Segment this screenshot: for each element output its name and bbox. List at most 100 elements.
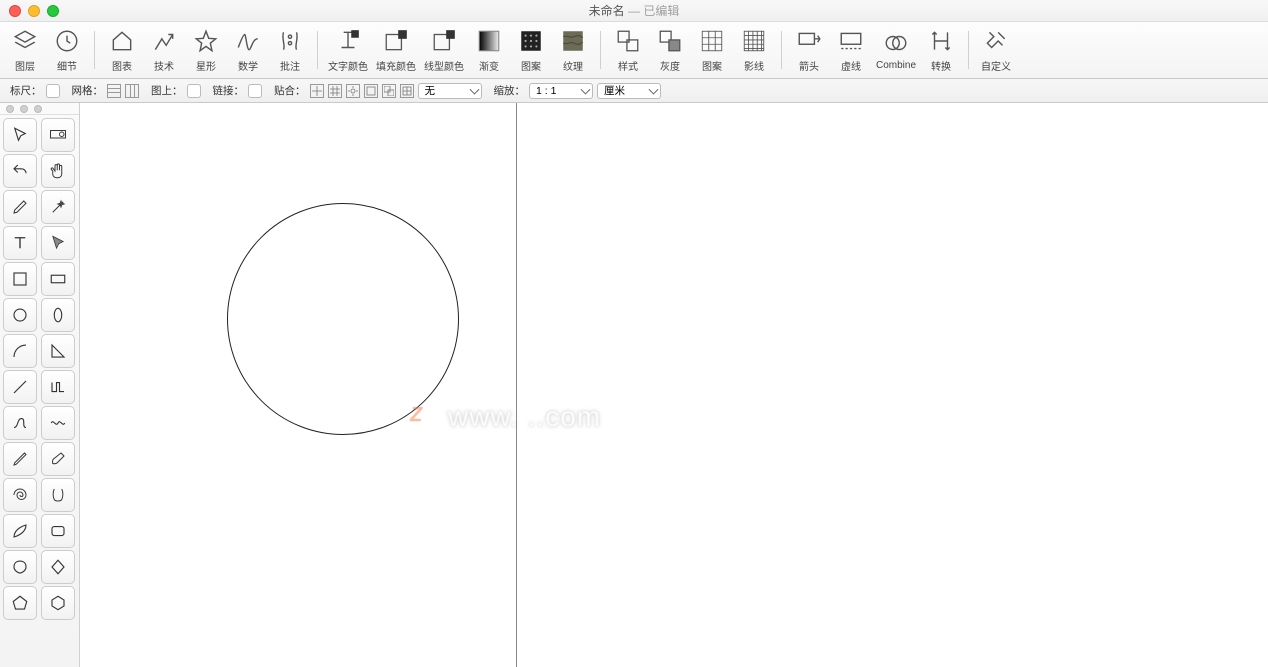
- gray-button[interactable]: 灰度: [653, 27, 687, 73]
- grid-icon: [698, 27, 726, 55]
- main-toolbar: 图层 细节 图表 技术 星形 数学 批注: [0, 22, 1268, 79]
- face-tool[interactable]: [41, 478, 75, 512]
- star-icon: [192, 27, 220, 55]
- grid-label: 网格：: [72, 83, 104, 98]
- spline-tool[interactable]: [41, 406, 75, 440]
- zoom-label: 缩放：: [494, 83, 526, 98]
- hatch-button[interactable]: 影线: [737, 27, 771, 73]
- tech-icon: [150, 27, 178, 55]
- undo-tool[interactable]: [3, 154, 37, 188]
- snap-obj-button[interactable]: [382, 84, 396, 98]
- leaf-tool[interactable]: [3, 514, 37, 548]
- line-tool[interactable]: [3, 370, 37, 404]
- onpage-label: 图上：: [151, 83, 183, 98]
- pattern-button[interactable]: 图案: [514, 27, 548, 73]
- style-button[interactable]: 样式: [611, 27, 645, 73]
- house-icon: [108, 27, 136, 55]
- style-icon: [614, 27, 642, 55]
- transform-button[interactable]: 转换: [924, 27, 958, 73]
- direct-select-tool[interactable]: [41, 226, 75, 260]
- combine-button[interactable]: Combine: [876, 29, 916, 71]
- wand-tool[interactable]: [41, 190, 75, 224]
- curve-tool[interactable]: [3, 406, 37, 440]
- brush-tool[interactable]: [41, 442, 75, 476]
- linecolor-button[interactable]: 线型颜色: [424, 27, 464, 73]
- zoom-window-button[interactable]: [47, 5, 59, 17]
- main-area: Z www. ..com: [0, 103, 1268, 667]
- snap-center-button[interactable]: [400, 84, 414, 98]
- select-tool[interactable]: [3, 118, 37, 152]
- pentagon-tool[interactable]: [3, 586, 37, 620]
- circle-tool[interactable]: [3, 298, 37, 332]
- annotation-icon: [276, 27, 304, 55]
- unit-select[interactable]: 厘米: [597, 83, 661, 99]
- hand-tool[interactable]: [41, 154, 75, 188]
- text-tool[interactable]: [3, 226, 37, 260]
- window-controls: [9, 5, 59, 17]
- texture-button[interactable]: 纹理: [556, 27, 590, 73]
- layers-button[interactable]: 图层: [8, 27, 42, 73]
- dash-icon: [837, 27, 865, 55]
- math-button[interactable]: 数学: [231, 27, 265, 73]
- options-bar: 标尺： 网格： 图上： 链接： 贴合： 无 缩放： 1 : 1 厘米: [0, 79, 1268, 103]
- wedge-tool[interactable]: [41, 334, 75, 368]
- pencil-tool[interactable]: [3, 442, 37, 476]
- snap-node-button[interactable]: [346, 84, 360, 98]
- pen-tool[interactable]: [3, 190, 37, 224]
- hatch-icon: [740, 27, 768, 55]
- annotation-button[interactable]: 批注: [273, 27, 307, 73]
- hexagon-tool[interactable]: [41, 586, 75, 620]
- ruler-label: 标尺：: [10, 83, 42, 98]
- snap-grid1-button[interactable]: [310, 84, 324, 98]
- grid-h-button[interactable]: [107, 84, 121, 98]
- palette-titlebar[interactable]: [0, 103, 79, 115]
- gradient-button[interactable]: 渐变: [472, 27, 506, 73]
- grid-v-button[interactable]: [125, 84, 139, 98]
- fillcolor-button[interactable]: 填充颜色: [376, 27, 416, 73]
- ruler-checkbox[interactable]: [46, 84, 60, 98]
- document-state: 已编辑: [643, 4, 679, 18]
- custom-button[interactable]: 自定义: [979, 27, 1013, 73]
- page-edge: [516, 103, 517, 667]
- document-name: 未命名: [589, 4, 625, 18]
- math-icon: [234, 27, 262, 55]
- pattern-icon: [517, 27, 545, 55]
- arc-tool[interactable]: [3, 334, 37, 368]
- link-checkbox[interactable]: [248, 84, 262, 98]
- titlebar: 未命名 — 已编辑: [0, 0, 1268, 22]
- texture-icon: [559, 27, 587, 55]
- polyline-tool[interactable]: [41, 370, 75, 404]
- tool-palette: [0, 103, 80, 667]
- measure-tool[interactable]: [41, 118, 75, 152]
- blob-tool[interactable]: [3, 550, 37, 584]
- snap-rect-button[interactable]: [364, 84, 378, 98]
- watermark-text: www. ..com: [448, 401, 601, 433]
- square-tool[interactable]: [3, 262, 37, 296]
- diamond-tool[interactable]: [41, 550, 75, 584]
- star-button[interactable]: 星形: [189, 27, 223, 73]
- textcolor-button[interactable]: 文字颜色: [328, 27, 368, 73]
- onpage-checkbox[interactable]: [187, 84, 201, 98]
- tech-button[interactable]: 技术: [147, 27, 181, 73]
- window-title: 未命名 — 已编辑: [0, 2, 1268, 19]
- textcolor-icon: [334, 27, 362, 55]
- ellipse-tool[interactable]: [41, 298, 75, 332]
- details-icon: [53, 27, 81, 55]
- roundrect-tool[interactable]: [41, 514, 75, 548]
- gradient-icon: [475, 27, 503, 55]
- transform-icon: [927, 27, 955, 55]
- snap-grid2-button[interactable]: [328, 84, 342, 98]
- arrow-button[interactable]: 箭头: [792, 27, 826, 73]
- details-button[interactable]: 细节: [50, 27, 84, 73]
- dash-button[interactable]: 虚线: [834, 27, 868, 73]
- zoom-select[interactable]: 1 : 1: [529, 83, 593, 99]
- pattern2-button[interactable]: 图案: [695, 27, 729, 73]
- close-window-button[interactable]: [9, 5, 21, 17]
- watermark-logo: Z: [410, 404, 436, 430]
- chart-button[interactable]: 图表: [105, 27, 139, 73]
- rect-tool[interactable]: [41, 262, 75, 296]
- spiral-tool[interactable]: [3, 478, 37, 512]
- canvas[interactable]: Z www. ..com: [80, 103, 1268, 667]
- minimize-window-button[interactable]: [28, 5, 40, 17]
- snap-select[interactable]: 无: [418, 83, 482, 99]
